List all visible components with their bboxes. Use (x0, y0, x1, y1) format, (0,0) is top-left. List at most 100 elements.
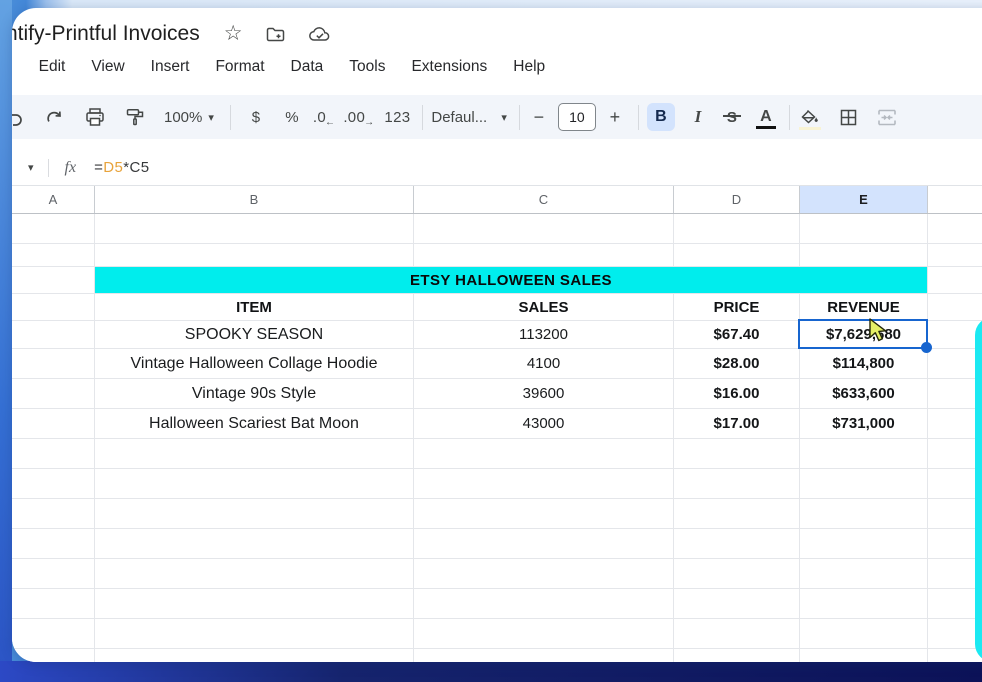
menu-tools[interactable]: Tools (349, 58, 385, 76)
cell-C16[interactable] (414, 649, 674, 662)
cell-F3[interactable] (928, 267, 982, 293)
cell-E12[interactable] (800, 529, 928, 558)
cell-C7[interactable]: 39600 (414, 379, 674, 408)
cell-E6[interactable]: $114,800 (800, 349, 928, 378)
cell-A10[interactable] (12, 469, 95, 498)
cell-E9[interactable] (800, 439, 928, 468)
cell-B1[interactable] (95, 214, 414, 243)
cell-B13[interactable] (95, 559, 414, 588)
header-cell-B4[interactable]: ITEM (95, 294, 414, 320)
cell-E15[interactable] (800, 619, 928, 648)
column-header-overflow[interactable] (928, 186, 982, 213)
cell-A13[interactable] (12, 559, 95, 588)
decrease-decimals-button[interactable]: .0 ← (313, 102, 335, 132)
cell-D6[interactable]: $28.00 (674, 349, 800, 378)
cell-B16[interactable] (95, 649, 414, 662)
cell-C12[interactable] (414, 529, 674, 558)
cell-B10[interactable] (95, 469, 414, 498)
cell-D8[interactable]: $17.00 (674, 409, 800, 438)
cell-E13[interactable] (800, 559, 928, 588)
cell-A11[interactable] (12, 499, 95, 528)
cloud-saved-icon[interactable] (308, 25, 332, 43)
cell-D11[interactable] (674, 499, 800, 528)
redo-icon[interactable] (42, 102, 64, 132)
cell-A15[interactable] (12, 619, 95, 648)
cell-B9[interactable] (95, 439, 414, 468)
cell-F2[interactable] (928, 244, 982, 266)
font-size-input[interactable]: 10 (557, 103, 596, 131)
cell-E16[interactable] (800, 649, 928, 662)
star-icon[interactable]: ☆ (224, 23, 243, 44)
cell-E10[interactable] (800, 469, 928, 498)
more-formats-button[interactable]: 123 (384, 102, 410, 132)
banner-cell[interactable]: ETSY HALLOWEEN SALES (95, 267, 928, 293)
cell-D5[interactable]: $67.40 (674, 321, 800, 348)
cell-A9[interactable] (12, 439, 95, 468)
cell-B11[interactable] (95, 499, 414, 528)
cell-D13[interactable] (674, 559, 800, 588)
menu-insert[interactable]: Insert (151, 58, 190, 76)
add-shortcut-folder-icon[interactable] (265, 24, 286, 44)
cell-C11[interactable] (414, 499, 674, 528)
cell-B14[interactable] (95, 589, 414, 618)
cell-B12[interactable] (95, 529, 414, 558)
cell-A3[interactable] (12, 267, 95, 293)
name-box-chevron-icon[interactable]: ▾ (28, 161, 34, 174)
menu-help[interactable]: Help (513, 58, 545, 76)
header-cell-D4[interactable]: PRICE (674, 294, 800, 320)
cell-F10[interactable] (928, 469, 982, 498)
cell-F11[interactable] (928, 499, 982, 528)
column-header-B[interactable]: B (95, 186, 414, 213)
cell-A4[interactable] (12, 294, 95, 320)
cell-F7[interactable] (928, 379, 982, 408)
strikethrough-button[interactable]: S (721, 102, 743, 132)
cell-D1[interactable] (674, 214, 800, 243)
menu-extensions[interactable]: Extensions (411, 58, 487, 76)
italic-button[interactable]: I (687, 102, 709, 132)
cell-B15[interactable] (95, 619, 414, 648)
cell-F5[interactable] (928, 321, 982, 348)
cell-F4[interactable] (928, 294, 982, 320)
cell-F1[interactable] (928, 214, 982, 243)
increase-font-size-button[interactable]: + (604, 102, 626, 132)
cell-E2[interactable] (800, 244, 928, 266)
menu-data[interactable]: Data (291, 58, 324, 76)
menu-format[interactable]: Format (215, 58, 264, 76)
cell-E14[interactable] (800, 589, 928, 618)
column-header-E[interactable]: E (800, 186, 928, 213)
cell-B5[interactable]: SPOOKY SEASON (95, 321, 414, 348)
cell-C13[interactable] (414, 559, 674, 588)
cell-F8[interactable] (928, 409, 982, 438)
merge-cells-icon[interactable] (876, 102, 898, 132)
document-title[interactable]: ntify-Printful Invoices (12, 22, 200, 46)
cell-C1[interactable] (414, 214, 674, 243)
cell-D10[interactable] (674, 469, 800, 498)
cell-D16[interactable] (674, 649, 800, 662)
header-cell-C4[interactable]: SALES (414, 294, 674, 320)
cell-B7[interactable]: Vintage 90s Style (95, 379, 414, 408)
format-currency-button[interactable]: $ (243, 102, 269, 132)
cell-D14[interactable] (674, 589, 800, 618)
header-cell-E4[interactable]: REVENUE (800, 294, 928, 320)
bold-button[interactable]: B (646, 103, 675, 131)
column-header-C[interactable]: C (414, 186, 674, 213)
cell-A5[interactable] (12, 321, 95, 348)
cell-A12[interactable] (12, 529, 95, 558)
paint-format-icon[interactable] (124, 102, 146, 132)
cell-B8[interactable]: Halloween Scariest Bat Moon (95, 409, 414, 438)
cell-F15[interactable] (928, 619, 982, 648)
cell-F14[interactable] (928, 589, 982, 618)
zoom-select[interactable]: 100% ▾ (164, 102, 214, 132)
increase-decimals-button[interactable]: .00 → (343, 102, 374, 132)
font-name-select[interactable]: Defaul... ▾ (431, 102, 507, 132)
cell-C8[interactable]: 43000 (414, 409, 674, 438)
text-color-button[interactable]: A (755, 102, 777, 132)
cell-C9[interactable] (414, 439, 674, 468)
cell-E5[interactable]: $7,629,680 (800, 321, 928, 348)
cell-F13[interactable] (928, 559, 982, 588)
cell-A14[interactable] (12, 589, 95, 618)
cell-C6[interactable]: 4100 (414, 349, 674, 378)
cell-C2[interactable] (414, 244, 674, 266)
formula-input[interactable]: =D5*C5 (94, 159, 149, 176)
cell-A2[interactable] (12, 244, 95, 266)
